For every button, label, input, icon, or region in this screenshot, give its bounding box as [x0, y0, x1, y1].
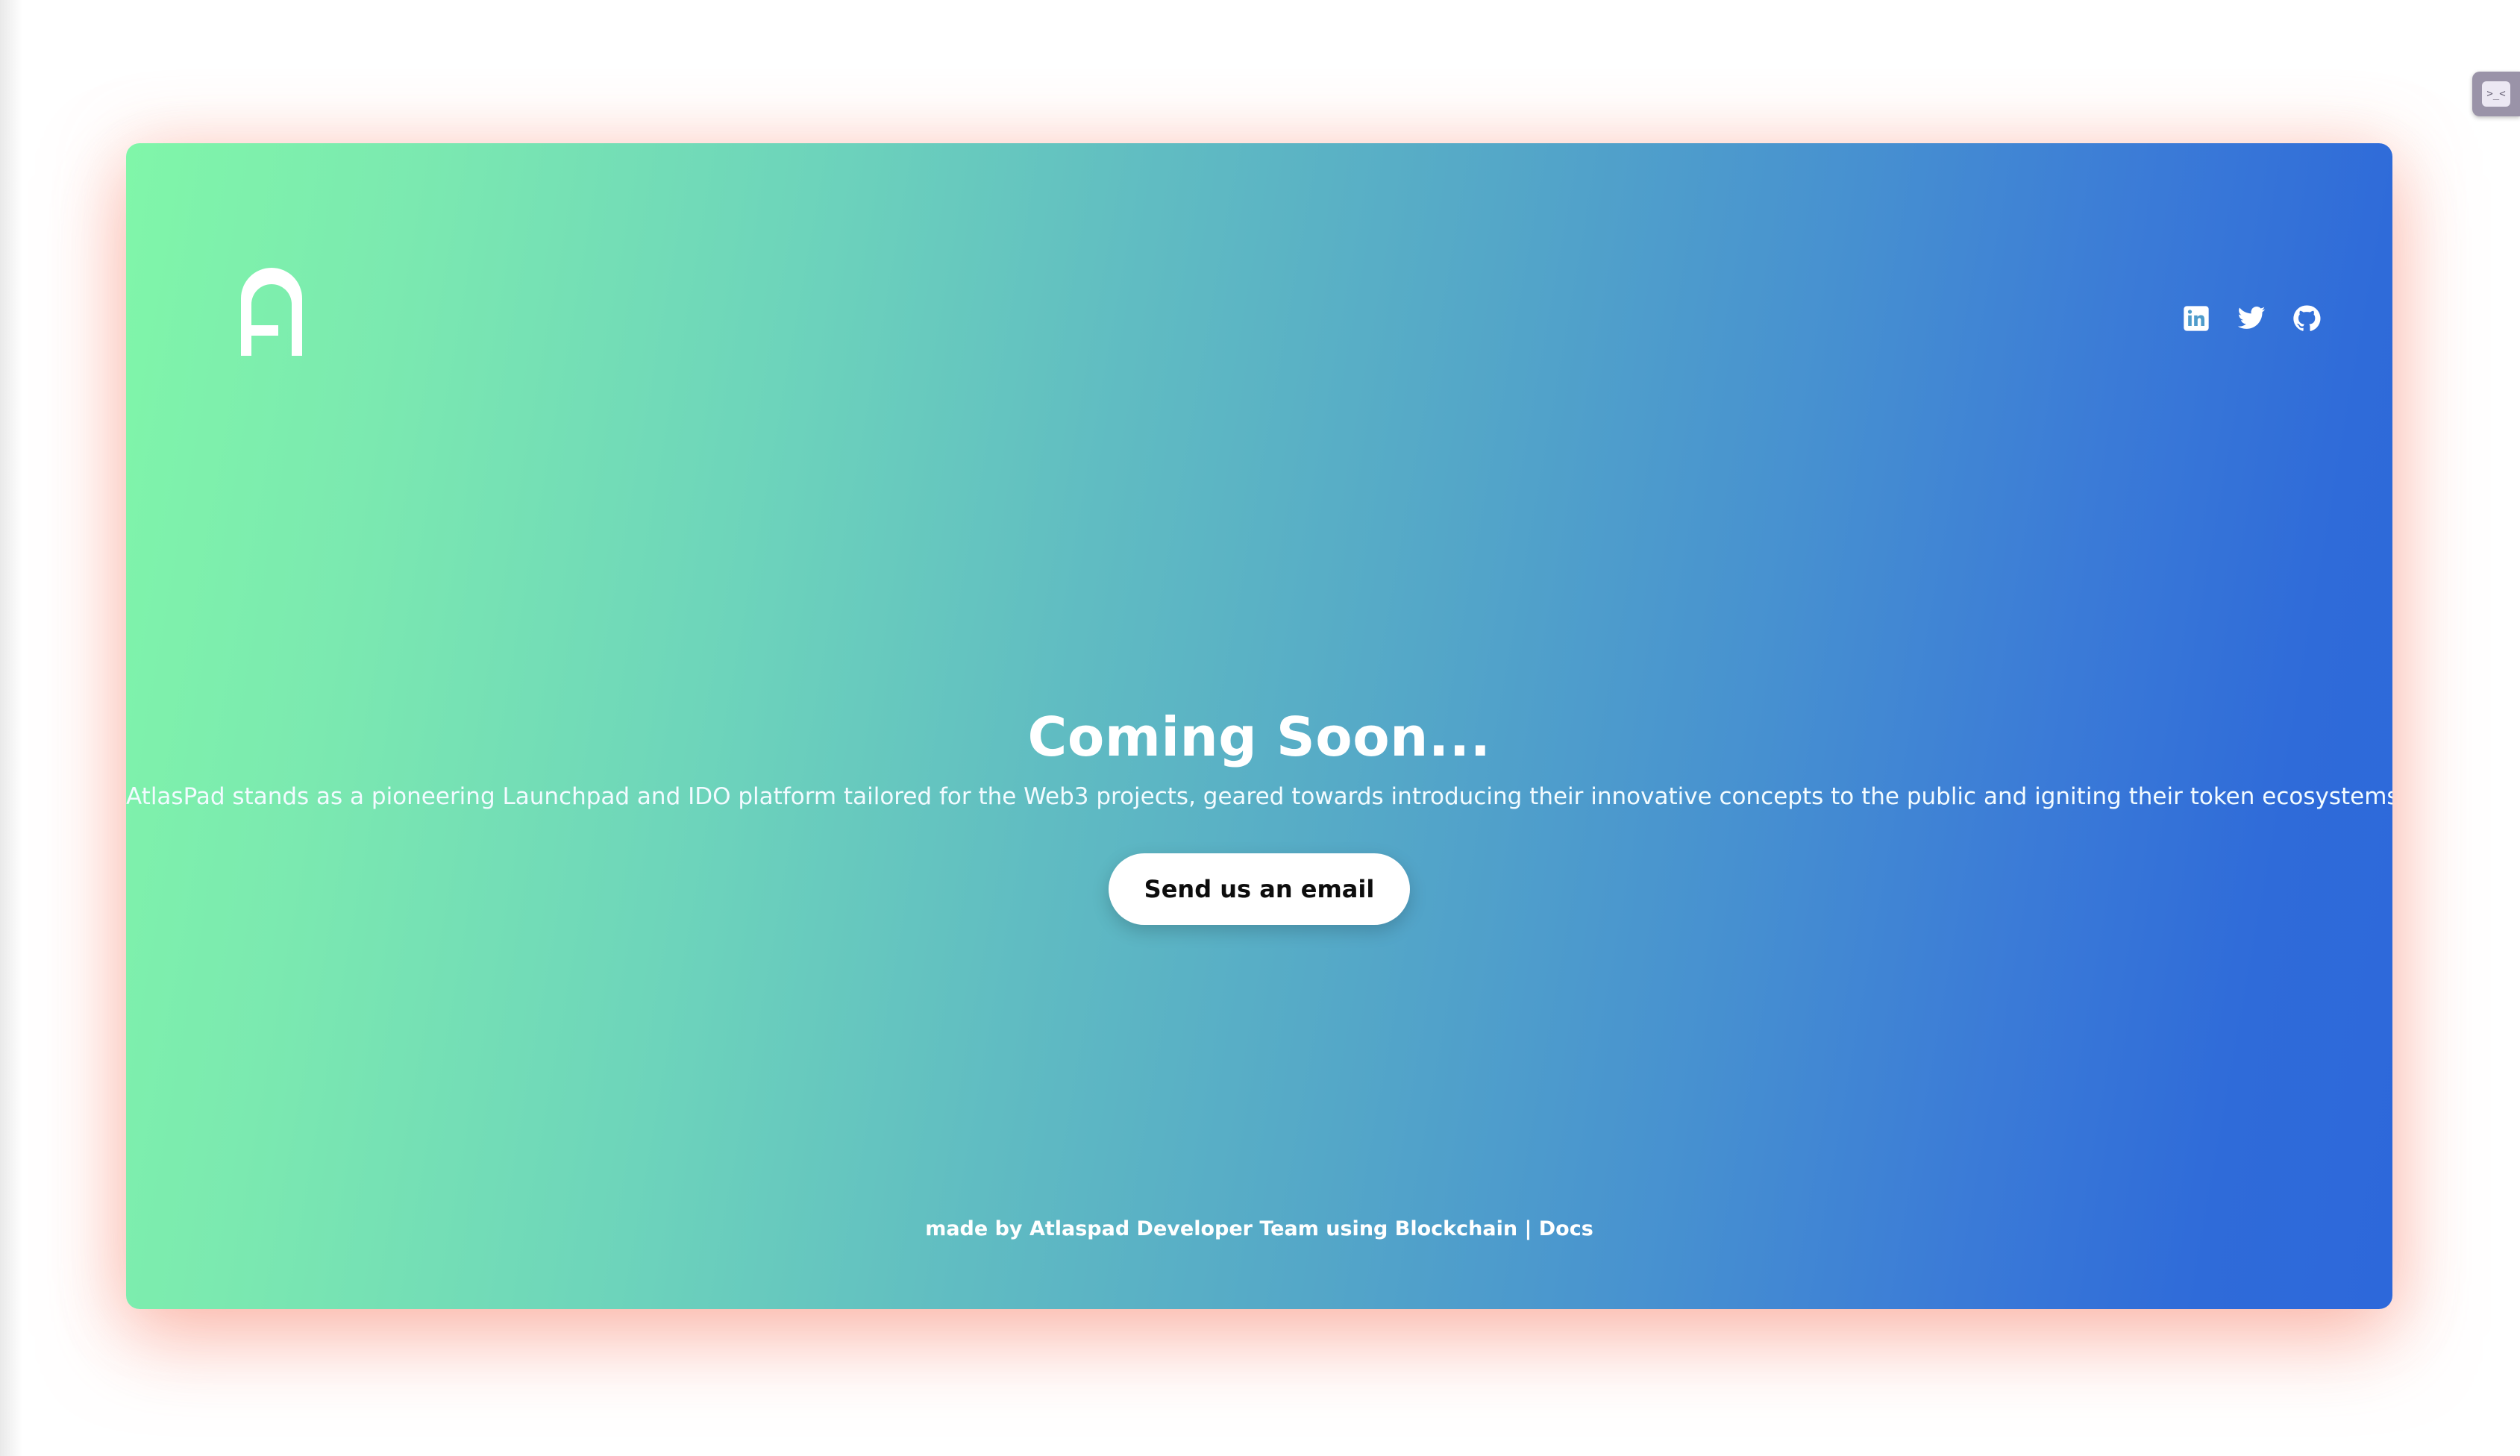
github-link[interactable] [2292, 304, 2322, 333]
logo-mark-icon [241, 268, 302, 356]
github-icon [2293, 305, 2321, 331]
footer-prefix: made by [925, 1217, 1023, 1240]
window-edge-shadow [0, 0, 22, 1456]
footer-separator: | [1524, 1217, 1532, 1240]
hero-card: Coming Soon... AtlasPad stands as a pion… [126, 143, 2392, 1309]
page-title: Coming Soon... [1027, 706, 1491, 768]
twitter-icon [2237, 307, 2266, 329]
linkedin-icon [2184, 306, 2209, 331]
hero-description: AtlasPad stands as a pioneering Launchpa… [126, 782, 2392, 810]
footer-blockchain-link[interactable]: Blockchain [1395, 1217, 1517, 1240]
hero-section: Coming Soon... AtlasPad stands as a pion… [126, 703, 2392, 925]
footer-team-link[interactable]: Atlaspad Developer Team [1029, 1217, 1319, 1240]
browser-extension-button[interactable]: >_< [2472, 72, 2520, 116]
footer-middle: using [1326, 1217, 1388, 1240]
extension-face-icon: >_< [2482, 81, 2510, 107]
footer-docs-link[interactable]: Docs [1539, 1217, 1593, 1240]
footer: made by Atlaspad Developer Team using Bl… [126, 1217, 2392, 1240]
page: Coming Soon... AtlasPad stands as a pion… [0, 0, 2520, 1456]
send-email-button[interactable]: Send us an email [1108, 853, 1411, 925]
twitter-link[interactable] [2237, 304, 2266, 333]
social-links [2181, 304, 2322, 333]
atlaspad-logo[interactable] [238, 263, 305, 356]
linkedin-link[interactable] [2181, 304, 2211, 333]
